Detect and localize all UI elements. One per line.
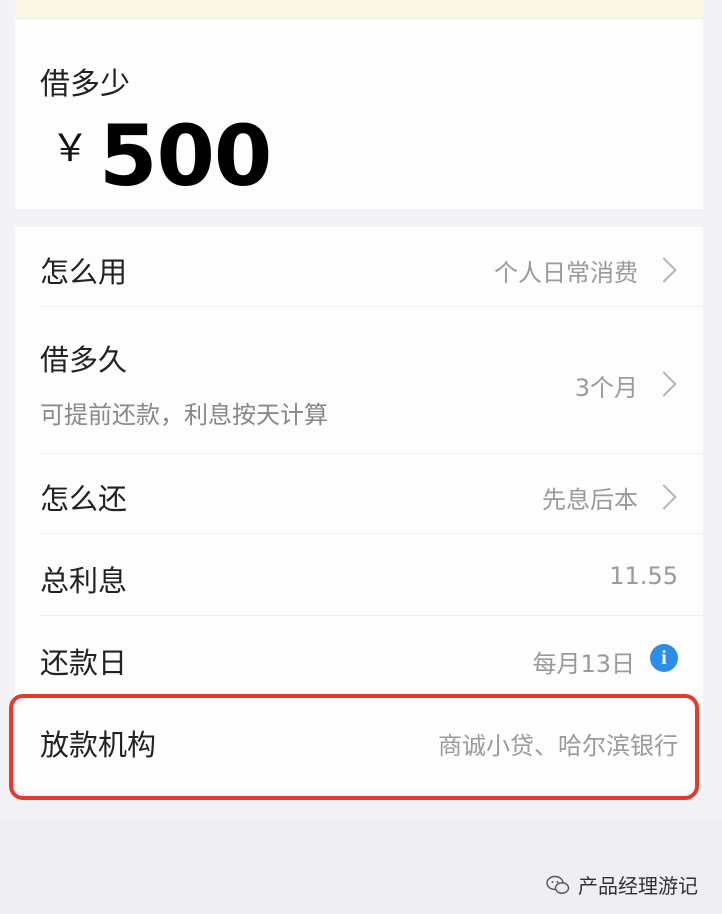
- info-icon[interactable]: i: [650, 644, 678, 672]
- row-label: 还款日: [40, 646, 128, 680]
- amount-label: 借多少: [40, 67, 130, 102]
- row-usage[interactable]: 怎么用 个人日常消费: [15, 227, 703, 307]
- chevron-right-icon: [651, 371, 677, 397]
- highlight-box: [9, 694, 699, 800]
- chevron-right-icon: [651, 257, 677, 283]
- footer-area: [0, 820, 722, 914]
- watermark-text: 产品经理游记: [578, 874, 698, 898]
- loan-amount-card: 借多少 ￥ 500: [15, 18, 703, 209]
- top-notice-strip: [15, 0, 703, 18]
- row-value: 每月13日: [532, 650, 635, 678]
- row-value: 11.55: [609, 562, 678, 590]
- row-repayment-method[interactable]: 怎么还 先息后本: [15, 454, 703, 534]
- watermark: 产品经理游记: [546, 870, 698, 899]
- chevron-right-icon: [651, 484, 677, 510]
- wechat-icon: [546, 875, 570, 894]
- row-subtitle: 可提前还款，利息按天计算: [40, 401, 328, 429]
- row-repayment-day: 还款日 每月13日 i: [15, 616, 703, 698]
- loan-amount[interactable]: 500: [99, 107, 272, 205]
- row-duration[interactable]: 借多久 可提前还款，利息按天计算 3个月: [15, 307, 703, 454]
- row-label: 怎么用: [40, 255, 128, 289]
- currency-symbol: ￥: [51, 126, 90, 170]
- row-value: 个人日常消费: [494, 259, 638, 287]
- row-value: 3个月: [574, 374, 638, 402]
- row-label: 借多久: [40, 343, 128, 377]
- row-value: 先息后本: [542, 486, 638, 514]
- row-label: 怎么还: [40, 482, 128, 516]
- row-label: 总利息: [40, 564, 128, 598]
- row-total-interest: 总利息 11.55: [15, 534, 703, 616]
